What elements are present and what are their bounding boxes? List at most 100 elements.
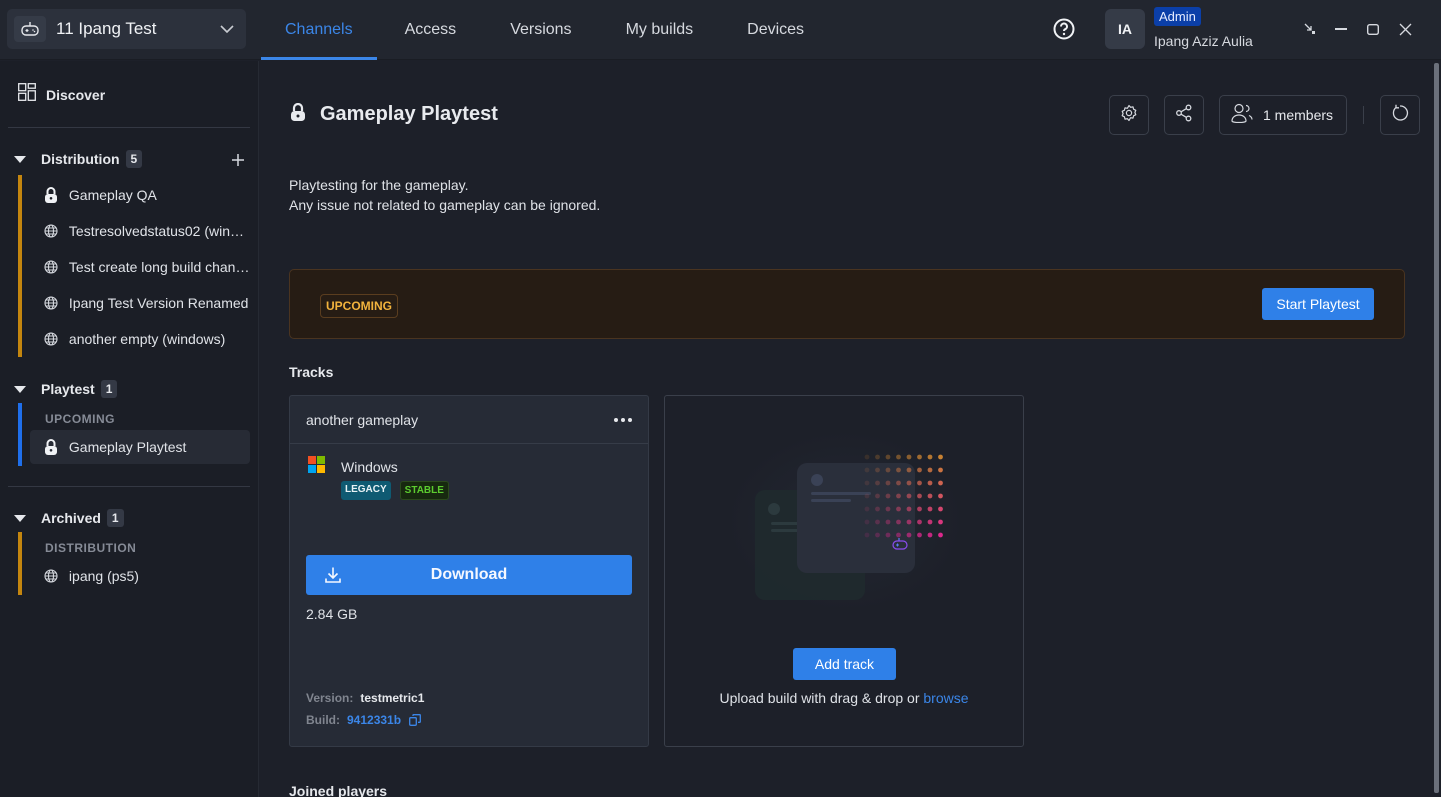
caret-down-icon[interactable] [14, 509, 26, 527]
sidebar-item-discover[interactable]: Discover [18, 83, 105, 106]
decor-dot [906, 506, 912, 512]
tab-devices[interactable]: Devices [723, 0, 828, 60]
members-count: 1 members [1263, 107, 1334, 123]
section-title[interactable]: Archived [41, 510, 101, 526]
tab-my-builds[interactable]: My builds [602, 0, 718, 60]
item-label: ipang (ps5) [68, 568, 139, 584]
app-window: 11 Ipang Test Channels Access Versions M… [0, 0, 1441, 797]
settings-button[interactable] [1109, 95, 1149, 135]
members-button[interactable]: 1 members [1219, 95, 1348, 135]
minimize-icon[interactable] [1329, 18, 1353, 40]
decor-dot [896, 480, 901, 486]
caret-down-icon[interactable] [14, 380, 26, 398]
add-track-button[interactable]: Add track [793, 648, 896, 680]
build-key: Build: [306, 713, 340, 727]
stable-tag: STABLE [399, 481, 449, 500]
decor-dot [927, 519, 933, 525]
sidebar-item-gameplay-playtest[interactable]: Gameplay Playtest [30, 430, 250, 464]
joined-players-heading: Joined players [289, 783, 388, 797]
platform-name: Windows [341, 459, 398, 475]
shrink-icon[interactable] [1298, 18, 1322, 40]
globe-icon [43, 569, 59, 583]
more-options-icon[interactable] [614, 417, 632, 422]
build-row: Build: 9412331b [306, 713, 421, 727]
start-playtest-button[interactable]: Start Playtest [1262, 288, 1374, 320]
copy-icon[interactable] [409, 714, 421, 726]
lock-icon [290, 102, 306, 126]
tab-access[interactable]: Access [383, 0, 481, 60]
decor-dot [864, 467, 870, 473]
gamepad-icon [14, 16, 46, 42]
item-label: Gameplay Playtest [68, 439, 187, 455]
decor-dot [875, 467, 880, 473]
decor-dot [875, 519, 880, 525]
decor-dot [885, 493, 891, 499]
group-sublabel: UPCOMING [45, 412, 115, 426]
maximize-icon[interactable] [1361, 18, 1385, 40]
help-icon[interactable] [1053, 18, 1075, 40]
add-channel-button[interactable] [229, 151, 247, 169]
group-sublabel: DISTRIBUTION [45, 541, 137, 555]
tab-versions[interactable]: Versions [486, 0, 595, 60]
decor-dot [864, 519, 870, 525]
section-archived: Archived 1 [14, 507, 124, 529]
download-icon [324, 566, 342, 584]
decor-dot [875, 506, 880, 512]
decor-dot [885, 519, 891, 525]
top-bar: 11 Ipang Test Channels Access Versions M… [0, 0, 1441, 60]
item-label: Testresolvedstatus02 (windows) [68, 223, 250, 239]
scrollbar-thumb[interactable] [1434, 63, 1439, 793]
divider [1363, 106, 1365, 124]
sidebar-item-gameplay-qa[interactable]: Gameplay QA [30, 178, 250, 212]
decor-dot [938, 480, 943, 486]
build-id-link[interactable]: 9412331b [347, 713, 401, 727]
decor-dot [938, 493, 943, 499]
decor-dot [927, 493, 933, 499]
sidebar-item-test-create-long-build[interactable]: Test create long build channel [30, 250, 250, 284]
add-track-dropzone[interactable]: Add track Upload build with drag & drop … [664, 395, 1024, 747]
decor-dot [917, 454, 922, 460]
item-label: Test create long build channel [68, 259, 250, 275]
section-playtest: Playtest 1 [14, 378, 118, 400]
decor-dot [927, 506, 933, 512]
section-title[interactable]: Distribution [41, 151, 120, 167]
decor-dot [864, 480, 870, 486]
browse-link[interactable]: browse [923, 690, 968, 706]
discover-label: Discover [46, 86, 106, 103]
decor-dot [938, 467, 943, 473]
sidebar: Discover Distribution 5 Gameplay QA Test… [0, 61, 259, 797]
avatar[interactable]: IA [1105, 9, 1145, 49]
share-button[interactable] [1164, 95, 1204, 135]
sidebar-item-testresolvedstatus02[interactable]: Testresolvedstatus02 (windows) [30, 214, 250, 248]
close-icon[interactable] [1393, 18, 1417, 40]
decor-dot [917, 493, 922, 499]
sidebar-item-ipang-test-version[interactable]: Ipang Test Version Renamed [30, 286, 250, 320]
tab-channels[interactable]: Channels [261, 0, 377, 60]
archived-accent-bar [18, 532, 22, 595]
section-title[interactable]: Playtest [41, 381, 95, 397]
decor-dot [896, 454, 901, 460]
lock-icon [43, 439, 59, 455]
project-selector[interactable]: 11 Ipang Test [7, 9, 246, 49]
sidebar-item-ipang-ps5[interactable]: ipang (ps5) [30, 559, 250, 593]
decor-dot [917, 532, 922, 538]
decor-dot [896, 493, 901, 499]
share-icon [1175, 104, 1193, 127]
download-button[interactable]: Download [306, 555, 632, 595]
legacy-tag: LEGACY [341, 481, 391, 500]
decor-dot [938, 532, 943, 538]
decor-dot [917, 519, 922, 525]
decor-dot [906, 532, 912, 538]
decor-dot [864, 506, 870, 512]
track-header: another gameplay [290, 396, 648, 444]
count-badge: 5 [125, 150, 143, 168]
platform-row: Windows [308, 456, 398, 478]
download-label: Download [430, 566, 508, 583]
version-row: Version: testmetric1 [306, 691, 424, 705]
decor-dot [927, 454, 933, 460]
sidebar-item-another-empty[interactable]: another empty (windows) [30, 322, 250, 356]
grid-icon [18, 83, 36, 106]
scrollbar[interactable] [1432, 61, 1441, 797]
refresh-button[interactable] [1380, 95, 1421, 135]
caret-down-icon[interactable] [14, 150, 26, 168]
